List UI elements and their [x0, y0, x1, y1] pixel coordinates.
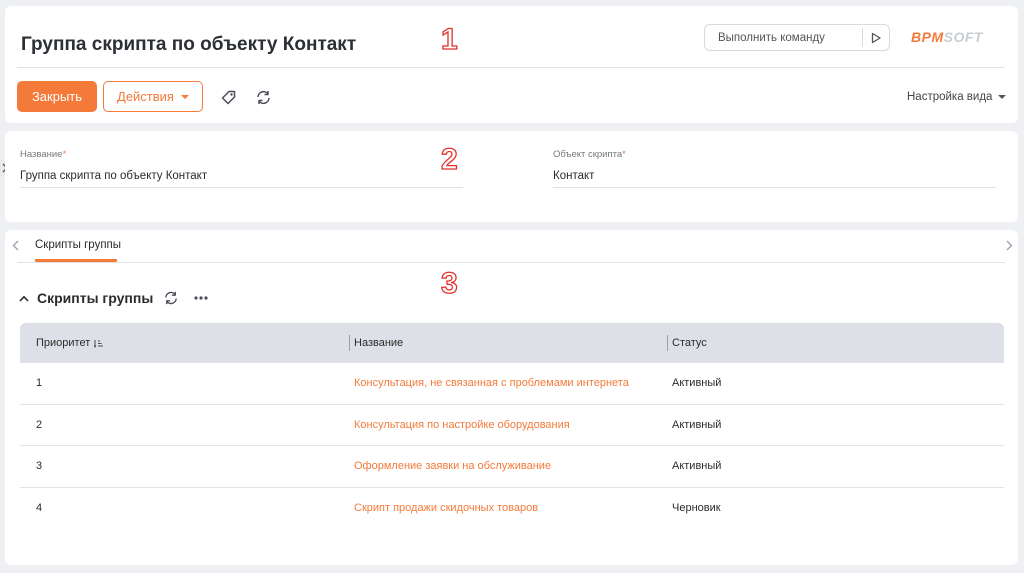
name-label-text: Название: [20, 149, 63, 160]
tag-icon: [221, 90, 235, 104]
info-panel: 2 Название* Группа скрипта по объекту Ко…: [5, 131, 1018, 222]
name-field-underline: [20, 187, 463, 188]
refresh-icon: [256, 90, 270, 104]
annotation-marker-2: 2: [440, 143, 458, 176]
cell-status: Черновик: [672, 502, 721, 515]
tabs-divider: [17, 262, 1005, 263]
actions-button-label: Действия: [117, 89, 174, 104]
table-row[interactable]: 4 Скрипт продажи скидочных товаров Черно…: [20, 488, 1004, 530]
page-header: Группа скрипта по объекту Контакт 1 Выпо…: [5, 6, 1018, 123]
object-field[interactable]: Контакт: [553, 170, 594, 182]
section-header: Скрипты группы: [19, 290, 209, 306]
header-divider: [17, 67, 1005, 68]
name-field-label: Название*: [20, 149, 66, 160]
sort-ascending-icon: [94, 339, 104, 348]
refresh-button[interactable]: [253, 87, 273, 107]
view-settings-label: Настройка вида: [907, 91, 993, 103]
table-row[interactable]: 1 Консультация, не связанная с проблемам…: [20, 363, 1004, 405]
tag-button[interactable]: [218, 87, 238, 107]
logo-part1: BPM: [911, 29, 944, 45]
tab-scroll-right[interactable]: [1003, 238, 1015, 252]
column-status[interactable]: Статус: [672, 323, 707, 363]
object-field-underline: [553, 187, 996, 188]
command-input[interactable]: Выполнить команду: [704, 24, 890, 51]
actions-button[interactable]: Действия: [103, 81, 203, 112]
chevron-down-icon: [998, 95, 1007, 99]
name-field[interactable]: Группа скрипта по объекту Контакт: [20, 170, 207, 182]
required-mark: *: [622, 149, 626, 160]
chevron-up-icon[interactable]: [19, 295, 29, 302]
tab-group-scripts[interactable]: Скрипты группы: [35, 239, 121, 251]
command-input-placeholder[interactable]: Выполнить команду: [705, 32, 862, 44]
cell-name-link[interactable]: Скрипт продажи скидочных товаров: [354, 488, 538, 530]
object-field-label: Объект скрипта*: [553, 149, 626, 160]
annotation-marker-1: 1: [440, 23, 458, 56]
column-name[interactable]: Название: [354, 323, 403, 363]
chevron-right-icon: [1006, 240, 1012, 250]
column-separator: [667, 335, 668, 351]
logo-part2: SOFT: [943, 29, 983, 45]
tab-scroll-left[interactable]: [9, 238, 21, 252]
cell-priority: 1: [36, 377, 43, 390]
play-icon: [871, 32, 881, 43]
refresh-icon[interactable]: [163, 290, 179, 306]
annotation-marker-3: 3: [440, 267, 458, 300]
cell-name-link[interactable]: Оформление заявки на обслуживание: [354, 446, 551, 487]
cell-name-link[interactable]: Консультация по настройке оборудования: [354, 405, 570, 446]
column-separator: [349, 335, 350, 351]
required-mark: *: [62, 149, 67, 160]
run-command-button[interactable]: [863, 25, 889, 50]
cell-status: Активный: [672, 377, 722, 390]
cell-status: Активный: [672, 418, 722, 431]
section-title: Скрипты группы: [37, 290, 154, 306]
cell-status: Активный: [672, 460, 722, 473]
scripts-grid: Приоритет Название Статус 1 Консультация…: [20, 323, 1004, 529]
chevron-down-icon: [180, 94, 189, 99]
cell-priority: 3: [36, 460, 43, 473]
cell-priority: 4: [36, 502, 43, 515]
detail-panel: Скрипты группы 3 Скрипты группы Приорите…: [5, 230, 1018, 565]
close-button[interactable]: Закрыть: [17, 81, 97, 112]
bpmsoft-logo: BPMSOFT: [911, 29, 983, 45]
object-label-text: Объект скрипта: [553, 149, 623, 160]
cell-name-link[interactable]: Консультация, не связанная с проблемами …: [354, 363, 629, 404]
more-icon[interactable]: [193, 295, 209, 301]
table-row[interactable]: 2 Консультация по настройке оборудования…: [20, 405, 1004, 446]
table-row[interactable]: 3 Оформление заявки на обслуживание Акти…: [20, 446, 1004, 488]
column-priority-label: Приоритет: [36, 337, 91, 349]
cell-priority: 2: [36, 418, 43, 431]
view-settings-button[interactable]: Настройка вида: [907, 91, 1007, 103]
grid-header: Приоритет Название Статус: [20, 323, 1004, 363]
chevron-left-icon: [12, 240, 18, 250]
page-title: Группа скрипта по объекту Контакт: [21, 34, 357, 55]
column-priority[interactable]: Приоритет: [36, 323, 104, 363]
